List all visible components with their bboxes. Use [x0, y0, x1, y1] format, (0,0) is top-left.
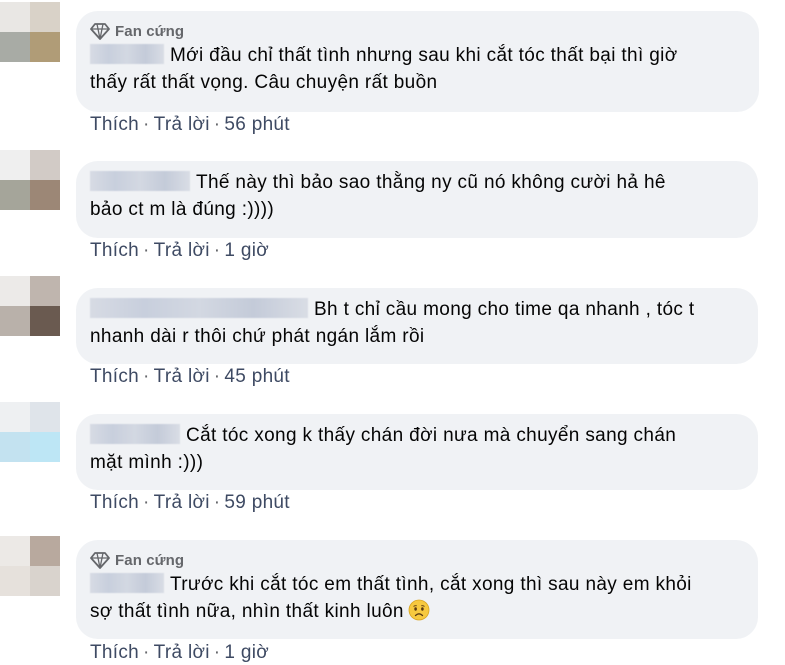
- reply-link[interactable]: Trả lời: [154, 642, 210, 663]
- reply-link[interactable]: Trả lời: [154, 240, 210, 261]
- comment-actions: Thích · Trả lời · 45 phút: [90, 366, 290, 387]
- diamond-icon: [90, 23, 110, 40]
- reply-link[interactable]: Trả lời: [154, 366, 210, 387]
- comment-line: Cắt tóc xong k thấy chán đời nưa mà chuy…: [186, 425, 677, 446]
- badge-label: Fan cứng: [115, 22, 185, 40]
- commenter-name-blurred[interactable]: [90, 573, 164, 593]
- comment-line: sợ thất tình nữa, nhìn thất kinh luôn: [90, 601, 404, 622]
- timestamp[interactable]: 1 giờ: [224, 240, 269, 261]
- avatar[interactable]: [0, 536, 60, 596]
- comment-line: mặt mình :))): [90, 452, 204, 473]
- reply-link[interactable]: Trả lời: [154, 492, 210, 513]
- worried-face-emoji: [408, 599, 430, 621]
- avatar[interactable]: [0, 150, 60, 210]
- like-link[interactable]: Thích: [90, 114, 139, 135]
- badge-label: Fan cứng: [115, 551, 185, 569]
- comment-bubble: Thế này thì bảo sao thằng ny cũ nó không…: [76, 161, 758, 238]
- comment-actions: Thích · Trả lời · 1 giờ: [90, 642, 269, 663]
- comment-text: Cắt tóc xong k thấy chán đời nưa mà chuy…: [90, 422, 742, 476]
- comment-bubble: Fan cứng Trước khi cắt tóc em thất tình,…: [76, 540, 758, 639]
- comment-line: bảo ct m là đúng :)))): [90, 199, 275, 220]
- comment-line: thấy rất thất vọng. Câu chuyện rất buồn: [90, 72, 438, 93]
- like-link[interactable]: Thích: [90, 366, 139, 387]
- timestamp[interactable]: 59 phút: [224, 492, 290, 513]
- timestamp[interactable]: 56 phút: [224, 114, 290, 135]
- comment-line: Trước khi cắt tóc em thất tình, cắt xong…: [170, 574, 692, 595]
- avatar[interactable]: [0, 2, 60, 62]
- fan-badge: Fan cứng: [90, 20, 743, 42]
- comment-line: Bh t chỉ cầu mong cho time qa nhanh , tó…: [314, 299, 695, 320]
- reply-link[interactable]: Trả lời: [154, 114, 210, 135]
- comment-line: nhanh dài r thôi chứ phát ngán lắm rồi: [90, 326, 425, 347]
- comment-line: Mới đầu chỉ thất tình nhưng sau khi cắt …: [170, 45, 678, 66]
- like-link[interactable]: Thích: [90, 492, 139, 513]
- comment-text: Thế này thì bảo sao thằng ny cũ nó không…: [90, 169, 742, 223]
- comment-actions: Thích · Trả lời · 1 giờ: [90, 240, 269, 261]
- commenter-name-blurred[interactable]: [90, 298, 308, 318]
- comment-bubble: Bh t chỉ cầu mong cho time qa nhanh , tó…: [76, 288, 758, 364]
- comment-line: Thế này thì bảo sao thằng ny cũ nó không…: [196, 172, 666, 193]
- timestamp[interactable]: 45 phút: [224, 366, 290, 387]
- like-link[interactable]: Thích: [90, 240, 139, 261]
- comment-actions: Thích · Trả lời · 59 phút: [90, 492, 290, 513]
- comment-bubble: Cắt tóc xong k thấy chán đời nưa mà chuy…: [76, 414, 758, 490]
- avatar[interactable]: [0, 276, 60, 336]
- timestamp[interactable]: 1 giờ: [224, 642, 269, 663]
- comment-text: Mới đầu chỉ thất tình nhưng sau khi cắt …: [90, 42, 743, 96]
- diamond-icon: [90, 552, 110, 569]
- fan-badge: Fan cứng: [90, 549, 742, 571]
- avatar[interactable]: [0, 402, 60, 462]
- comment-actions: Thích · Trả lời · 56 phút: [90, 114, 290, 135]
- comment-text: Bh t chỉ cầu mong cho time qa nhanh , tó…: [90, 296, 742, 350]
- comment-text: Trước khi cắt tóc em thất tình, cắt xong…: [90, 571, 742, 625]
- commenter-name-blurred[interactable]: [90, 44, 164, 64]
- comment-bubble: Fan cứng Mới đầu chỉ thất tình nhưng sau…: [76, 11, 759, 112]
- like-link[interactable]: Thích: [90, 642, 139, 663]
- commenter-name-blurred[interactable]: [90, 171, 190, 191]
- commenter-name-blurred[interactable]: [90, 424, 180, 444]
